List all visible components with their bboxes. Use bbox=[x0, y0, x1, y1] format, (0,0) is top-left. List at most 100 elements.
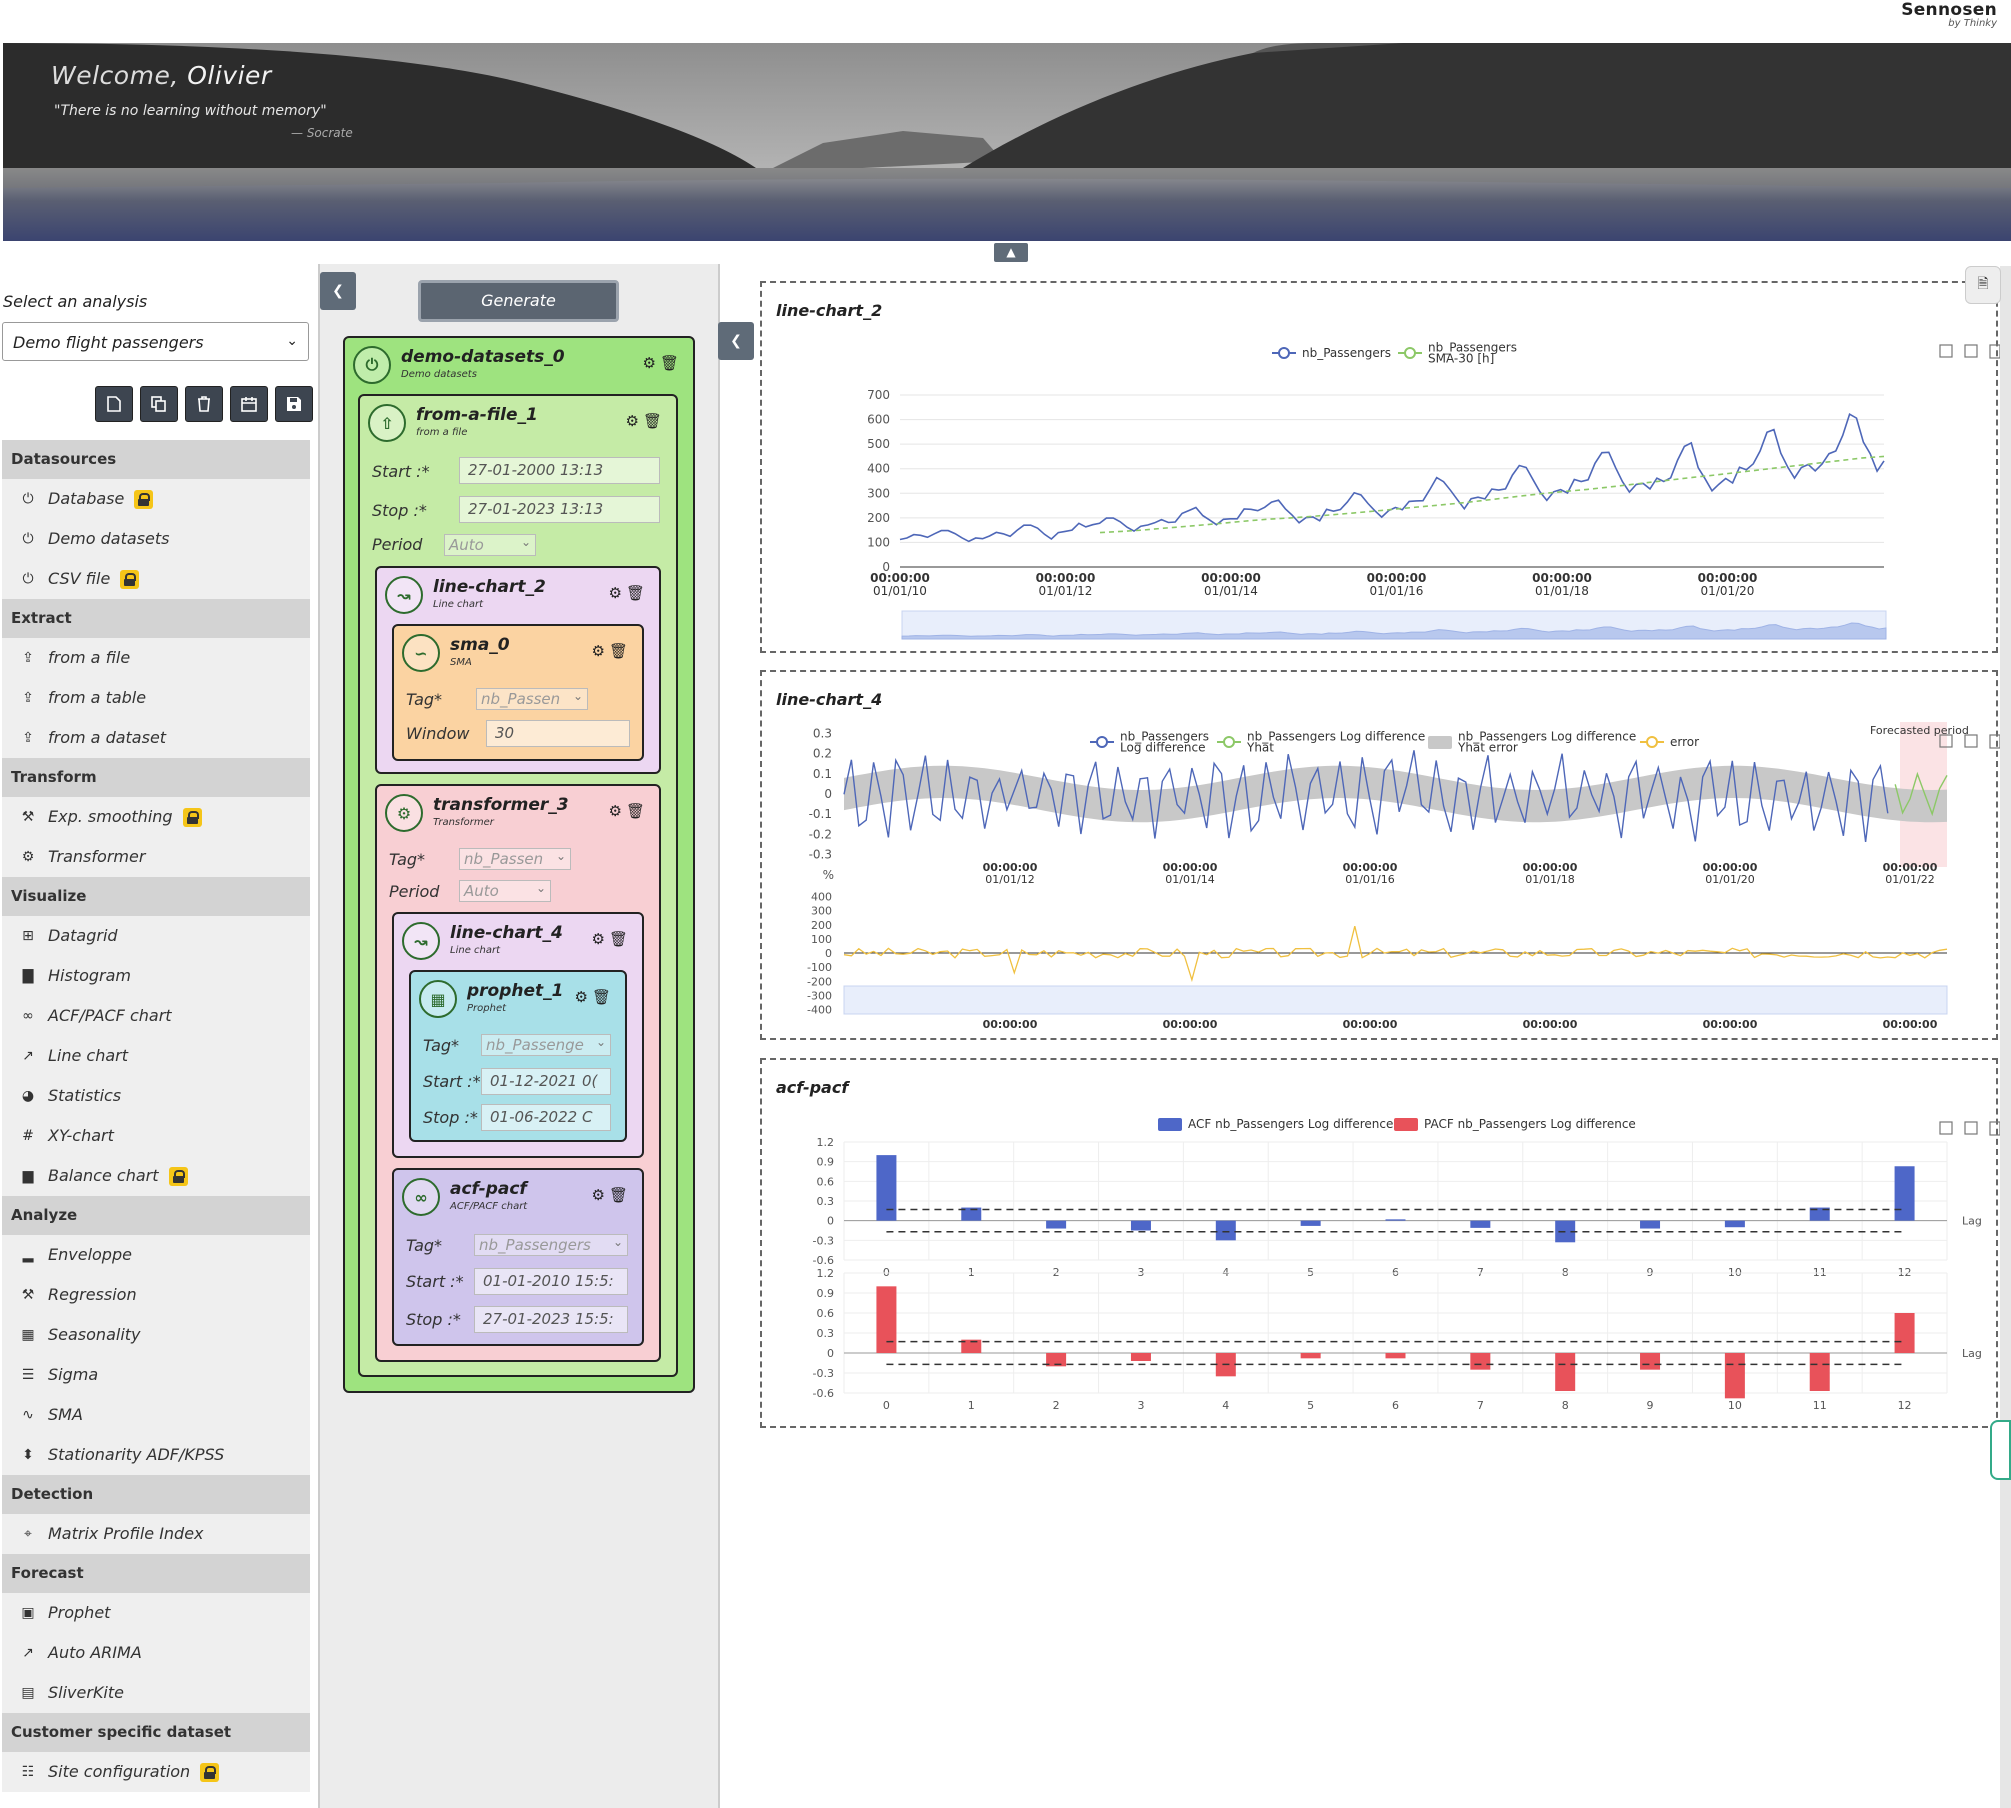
menu-item-demo-datasets[interactable]: ⏻ Demo datasets bbox=[2, 519, 310, 559]
menu-item-enveloppe[interactable]: ▂ Enveloppe bbox=[2, 1235, 310, 1275]
tag-select[interactable]: nb_Passenge ⌄ bbox=[481, 1034, 611, 1056]
line-chart-2-svg[interactable]: 010020030040050060070000:00:0001/01/1000… bbox=[762, 283, 2000, 655]
start-input[interactable]: 27-01-2000 13:13 bbox=[459, 457, 660, 484]
trash-icon[interactable]: 🗑 bbox=[609, 930, 632, 948]
menu-item-matrix-profile-index[interactable]: ⌖ Matrix Profile Index bbox=[2, 1514, 310, 1554]
stop-label: Stop :* bbox=[406, 1310, 461, 1329]
stop-input[interactable]: 01-06-2022 C bbox=[481, 1104, 611, 1131]
gear-icon[interactable]: ⚙ bbox=[609, 802, 626, 820]
menu-item-acf-pacf-chart[interactable]: ∞ ACF/PACF chart bbox=[2, 996, 310, 1036]
select-analysis-label: Select an analysis bbox=[3, 292, 148, 311]
analysis-select[interactable]: Demo flight passengers ⌄ bbox=[2, 322, 309, 361]
gear-icon[interactable]: ⚙ bbox=[575, 988, 592, 1006]
chevron-down-icon: ⌄ bbox=[612, 1235, 623, 1249]
schedule-analysis-button[interactable] bbox=[230, 386, 268, 422]
node-acf-pacf[interactable]: ∞ acf-pacf ACF/PACF chart ⚙🗑 Tag* nb_Pas… bbox=[392, 1168, 644, 1346]
menu-item-sigma[interactable]: ☰ Sigma bbox=[2, 1355, 310, 1395]
bar-acf-lag-7 bbox=[1470, 1220, 1491, 1228]
x-tick-label: 01/01/22 bbox=[1885, 873, 1934, 886]
line-chart-4-svg[interactable]: 0.3 0.2 0.1 0 -0.1 -0.2 -0.3% Forecasted period… bbox=[762, 672, 2000, 1042]
generate-button[interactable]: Generate bbox=[418, 280, 619, 322]
sort-icon: ⬍ bbox=[22, 1447, 34, 1463]
menu-item-from-a-file[interactable]: ⇪ from a file bbox=[2, 638, 310, 678]
trash-icon[interactable]: 🗑 bbox=[609, 642, 632, 660]
tag-select[interactable]: nb_Passen ⌄ bbox=[459, 848, 571, 870]
line-chart-icon: ↗ bbox=[22, 1048, 34, 1064]
menu-item-label: Sigma bbox=[48, 1365, 99, 1384]
menu-item-line-chart[interactable]: ↗ Line chart bbox=[2, 1036, 310, 1076]
gear-icon[interactable]: ⚙ bbox=[592, 642, 609, 660]
x-tick-label: 12 bbox=[1898, 1399, 1912, 1412]
trash-icon[interactable]: 🗑 bbox=[643, 412, 666, 430]
menu-item-exp-smoothing[interactable]: ⚒ Exp. smoothing bbox=[2, 797, 310, 837]
node-prophet-1[interactable]: ▦ prophet_1 Prophet ⚙🗑 Tag* nb_Passenge ⌄… bbox=[409, 970, 627, 1142]
chevron-down-icon: ⌄ bbox=[520, 535, 531, 549]
y-tick-label: -0.3 bbox=[813, 1367, 834, 1380]
window-input[interactable]: 30 bbox=[486, 720, 630, 747]
collapse-sidebar-button[interactable]: ❮ bbox=[320, 272, 356, 310]
trash-icon[interactable]: 🗑 bbox=[626, 584, 649, 602]
bar-pacf-lag-8 bbox=[1555, 1353, 1576, 1391]
help-widget[interactable] bbox=[1990, 1420, 2011, 1480]
period-select[interactable]: Auto ⌄ bbox=[444, 534, 536, 556]
collapse-pipeline-button[interactable]: ❮ bbox=[718, 322, 754, 360]
tag-label: Tag* bbox=[406, 690, 443, 709]
menu-item-histogram[interactable]: ▇ Histogram bbox=[2, 956, 310, 996]
menu-item-from-a-table[interactable]: ⇪ from a table bbox=[2, 678, 310, 718]
save-analysis-button[interactable] bbox=[275, 386, 313, 422]
menu-item-database[interactable]: ⏻ Database bbox=[2, 479, 310, 519]
menu-item-auto-arima[interactable]: ↗ Auto ARIMA bbox=[2, 1633, 310, 1673]
trash-icon[interactable]: 🗑 bbox=[626, 802, 649, 820]
start-input[interactable]: 01-01-2010 15:5: bbox=[474, 1268, 628, 1295]
gear-icon[interactable]: ⚙ bbox=[592, 930, 609, 948]
menu-item-prophet[interactable]: ▣ Prophet bbox=[2, 1593, 310, 1633]
trash-icon[interactable]: 🗑 bbox=[660, 354, 683, 372]
node-sma[interactable]: ∽ sma_0 SMA ⚙🗑 Tag* nb_Passen ⌄ Window 30 bbox=[392, 624, 644, 761]
legend-marker bbox=[1096, 736, 1108, 748]
x-tick-label: 00:00:00 bbox=[983, 1018, 1038, 1031]
start-label: Start :* bbox=[406, 1272, 464, 1291]
copy-icon bbox=[151, 396, 166, 412]
period-select[interactable]: Auto ⌄ bbox=[459, 880, 551, 902]
menu-item-from-a-dataset[interactable]: ⇪ from a dataset bbox=[2, 718, 310, 758]
trash-icon[interactable]: 🗑 bbox=[609, 1186, 632, 1204]
bar-acf-lag-0 bbox=[876, 1155, 897, 1221]
menu-item-statistics[interactable]: ◕ Statistics bbox=[2, 1076, 310, 1116]
collapse-banner-button[interactable]: ▲ bbox=[994, 243, 1028, 262]
delete-analysis-button[interactable] bbox=[185, 386, 223, 422]
node-subtitle: Transformer bbox=[433, 817, 494, 828]
report-button[interactable]: 🗎 bbox=[1965, 266, 2001, 304]
start-label: Start :* bbox=[372, 462, 430, 481]
stop-input[interactable]: 27-01-2023 15:5: bbox=[474, 1306, 628, 1333]
tag-select[interactable]: nb_Passengers ⌄ bbox=[474, 1234, 628, 1256]
start-input[interactable]: 01-12-2021 0( bbox=[481, 1068, 611, 1095]
menu-item-sliverkite[interactable]: ▤ SliverKite bbox=[2, 1673, 310, 1713]
chart-panel-line-chart-4: line-chart_4 0.3 0.2 0.1 0 -0.1 -0.2 -0.3% Fore… bbox=[760, 670, 2000, 1042]
menu-item-xy-chart[interactable]: # XY-chart bbox=[2, 1116, 310, 1156]
menu-item-sma[interactable]: ∿ SMA bbox=[2, 1395, 310, 1435]
menu-item-balance-chart[interactable]: ▆ Balance chart bbox=[2, 1156, 310, 1196]
tag-select[interactable]: nb_Passen ⌄ bbox=[476, 688, 588, 710]
scrollbar[interactable] bbox=[2000, 266, 2011, 1808]
menu-item-datagrid[interactable]: ⊞ Datagrid bbox=[2, 916, 310, 956]
lock-icon bbox=[200, 1762, 220, 1782]
trash-icon[interactable]: 🗑 bbox=[592, 988, 615, 1006]
node-title: transformer_3 bbox=[433, 795, 569, 815]
new-analysis-button[interactable] bbox=[95, 386, 133, 422]
gear-icon[interactable]: ⚙ bbox=[626, 412, 643, 430]
stop-input[interactable]: 27-01-2023 13:13 bbox=[459, 496, 660, 523]
gear-icon[interactable]: ⚙ bbox=[609, 584, 626, 602]
menu-item-site-configuration[interactable]: ☷ Site configuration bbox=[2, 1752, 310, 1792]
gear-icon[interactable]: ⚙ bbox=[592, 1186, 609, 1204]
menu-item-regression[interactable]: ⚒ Regression bbox=[2, 1275, 310, 1315]
acf-pacf-svg[interactable]: ACF nb_Passengers Log difference PACF nb_… bbox=[762, 1060, 2000, 1430]
menu-item-seasonality[interactable]: ▦ Seasonality bbox=[2, 1315, 310, 1355]
y-tick-label: 0 bbox=[827, 1347, 834, 1360]
legend-marker bbox=[1278, 347, 1290, 359]
node-title: demo-datasets_0 bbox=[401, 347, 565, 367]
menu-item-csv-file[interactable]: ⏻ CSV file bbox=[2, 559, 310, 599]
copy-analysis-button[interactable] bbox=[140, 386, 178, 422]
gear-icon[interactable]: ⚙ bbox=[643, 354, 660, 372]
menu-item-transformer[interactable]: ⚙ Transformer bbox=[2, 837, 310, 877]
menu-item-stationarity-adf-kpss[interactable]: ⬍ Stationarity ADF/KPSS bbox=[2, 1435, 310, 1475]
